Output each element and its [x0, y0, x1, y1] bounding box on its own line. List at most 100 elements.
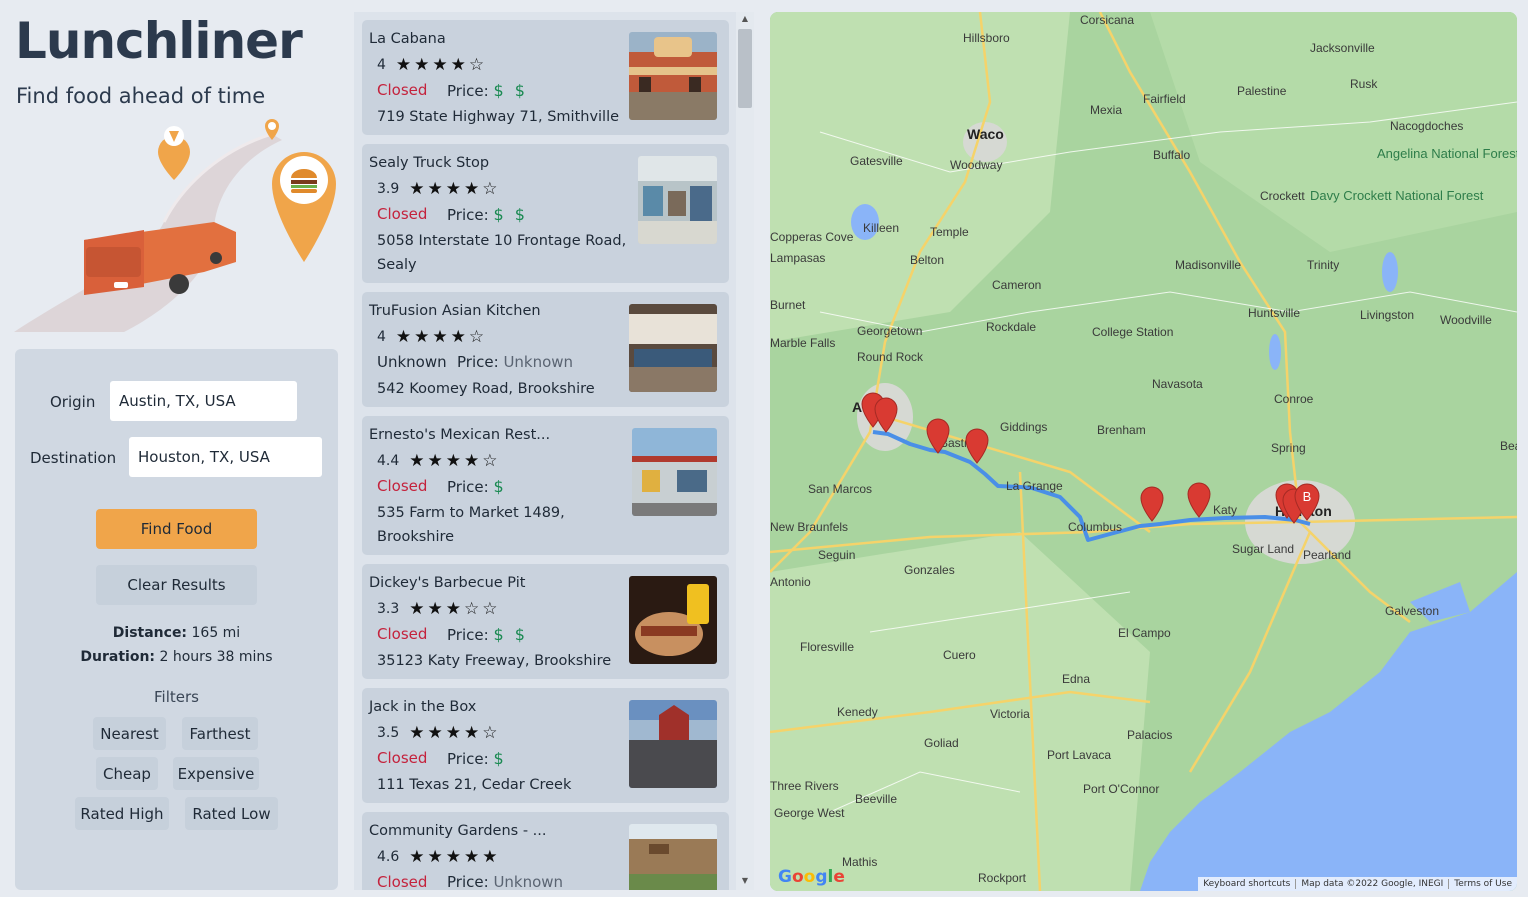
stars-icon: ★★★★☆: [395, 55, 488, 75]
stars-icon: ★★★☆☆: [409, 599, 501, 619]
city-label: Kenedy: [837, 705, 878, 719]
restaurant-name: Community Gardens - ...: [369, 823, 547, 839]
address: 111 Texas 21, Cedar Creek: [377, 777, 572, 793]
status-badge: Closed: [377, 205, 428, 223]
city-label: La Grange: [1006, 479, 1063, 493]
google-logo: Google: [778, 867, 845, 887]
hero-illustration: [14, 119, 336, 332]
city-label: Nacogdoches: [1390, 119, 1463, 133]
restaurant-photo: [629, 700, 717, 788]
city-label: George West: [774, 806, 845, 820]
filter-rated-high[interactable]: Rated High: [75, 797, 169, 830]
city-label: Goliad: [924, 736, 959, 750]
city-label: Sugar Land: [1232, 542, 1294, 556]
find-food-button[interactable]: Find Food: [96, 509, 257, 549]
restaurant-photo: [638, 156, 717, 244]
scrollbar[interactable]: [736, 12, 754, 890]
list-item[interactable]: Jack in the Box 3.5 ★★★★☆ Closed Price: $…: [362, 688, 729, 803]
city-label: Georgetown: [857, 324, 922, 338]
forest-label: Davy Crockett National Forest: [1310, 188, 1484, 203]
city-label: Port O'Connor: [1083, 782, 1159, 796]
city-label: Gonzales: [904, 563, 955, 577]
restaurant-photo: [629, 576, 717, 664]
city-label: Navasota: [1152, 377, 1203, 391]
city-label: Giddings: [1000, 420, 1047, 434]
terms-link[interactable]: Terms of Use: [1448, 879, 1517, 889]
city-label: Rockdale: [986, 320, 1036, 334]
list-item[interactable]: Sealy Truck Stop 3.9 ★★★★☆ Closed Price: …: [362, 144, 729, 283]
address: 35123 Katy Freeway, Brookshire: [377, 653, 612, 669]
city-label: Columbus: [1068, 520, 1122, 534]
scrollbar-thumb[interactable]: [738, 29, 752, 108]
forest-label: Angelina National Forest: [1377, 146, 1517, 161]
city-label: Jacksonville: [1310, 41, 1375, 55]
list-item[interactable]: Dickey's Barbecue Pit 3.3 ★★★☆☆ Closed Pr…: [362, 564, 729, 679]
route-map[interactable]: Corsicana Hillsboro Jacksonville Waco Me…: [770, 12, 1517, 891]
restaurant-name: La Cabana: [369, 31, 446, 47]
city-label: Trinity: [1307, 258, 1339, 272]
address: 5058 Interstate 10 Frontage Road, Sealy: [377, 233, 627, 273]
search-form: Origin Austin, TX, USA Destination Houst…: [15, 349, 338, 890]
city-label: Copperas Cove: [770, 230, 854, 244]
list-item[interactable]: Community Gardens - ... 4.6 ★★★★★ Closed …: [362, 812, 729, 890]
destination-input[interactable]: Houston, TX, USA: [129, 437, 322, 477]
filter-cheap[interactable]: Cheap: [96, 757, 158, 790]
city-label: Pearland: [1303, 548, 1351, 562]
filter-expensive[interactable]: Expensive: [173, 757, 259, 790]
city-label: Livingston: [1360, 308, 1414, 322]
price: Price: $ $: [447, 625, 528, 644]
destination-marker-label: B: [1303, 489, 1312, 504]
restaurant-photo: [632, 428, 717, 516]
stars-icon: ★★★★☆: [409, 179, 501, 199]
list-item[interactable]: TruFusion Asian Kitchen 4 ★★★★☆ Unknown P…: [362, 292, 729, 407]
filter-farthest[interactable]: Farthest: [182, 717, 258, 750]
city-label: Round Rock: [857, 350, 924, 364]
city-label: Brenham: [1097, 423, 1146, 437]
results-list[interactable]: La Cabana 4 ★★★★☆ Closed Price: $ $ 719 S…: [354, 12, 754, 890]
stars-icon: ★★★★★: [409, 847, 501, 867]
restaurant-name: Jack in the Box: [369, 699, 477, 715]
list-item[interactable]: Ernesto's Mexican Rest... 4.4 ★★★★☆ Close…: [362, 416, 729, 555]
map-canvas[interactable]: Corsicana Hillsboro Jacksonville Waco Me…: [770, 12, 1517, 891]
filters-title: Filters: [154, 688, 199, 706]
scroll-down-icon[interactable]: ▼: [736, 876, 754, 890]
keyboard-shortcuts-link[interactable]: Keyboard shortcuts: [1198, 879, 1295, 889]
city-label: Three Rivers: [770, 779, 839, 793]
city-label: Seguin: [818, 548, 855, 562]
city-label: Rusk: [1350, 77, 1378, 91]
origin-input[interactable]: Austin, TX, USA: [110, 381, 297, 421]
city-label: Beaumont: [1500, 439, 1517, 453]
city-label: New Braunfels: [770, 520, 848, 534]
duration-stat: Duration: 2 hours 38 mins: [80, 649, 273, 665]
app-title: Lunchliner: [15, 12, 303, 70]
city-label: Crockett: [1260, 189, 1305, 203]
rating: 4.6 ★★★★★: [377, 847, 501, 867]
city-label: San Marcos: [808, 482, 872, 496]
address: 535 Farm to Market 1489, Brookshire: [377, 505, 565, 545]
rating: 4.4 ★★★★☆: [377, 451, 501, 471]
rating: 3.3 ★★★☆☆: [377, 599, 501, 619]
restaurant-name: TruFusion Asian Kitchen: [369, 303, 541, 319]
rating: 3.9 ★★★★☆: [377, 179, 501, 199]
city-label: Edna: [1062, 672, 1090, 686]
status-badge: Closed: [377, 81, 428, 99]
city-label: Lampasas: [770, 251, 825, 265]
list-item[interactable]: La Cabana 4 ★★★★☆ Closed Price: $ $ 719 S…: [362, 20, 729, 135]
city-label: Buffalo: [1153, 148, 1190, 162]
city-label: Marble Falls: [770, 336, 835, 350]
filter-rated-low[interactable]: Rated Low: [185, 797, 278, 830]
city-label: Rockport: [978, 871, 1027, 885]
destination-label: Destination: [30, 449, 117, 467]
city-label: Palacios: [1127, 728, 1172, 742]
city-label: Waco: [967, 126, 1004, 142]
city-label: Belton: [910, 253, 944, 267]
city-label: Madisonville: [1175, 258, 1241, 272]
clear-results-button[interactable]: Clear Results: [96, 565, 257, 605]
filter-nearest[interactable]: Nearest: [93, 717, 166, 750]
rating: 4 ★★★★☆: [377, 55, 488, 75]
restaurant-name: Ernesto's Mexican Rest...: [369, 427, 551, 443]
map-data-text: Map data ©2022 Google, INEGI: [1295, 879, 1448, 889]
scroll-up-icon[interactable]: ▲: [736, 14, 754, 28]
city-label: Temple: [930, 225, 969, 239]
city-label: Woodway: [950, 158, 1002, 172]
